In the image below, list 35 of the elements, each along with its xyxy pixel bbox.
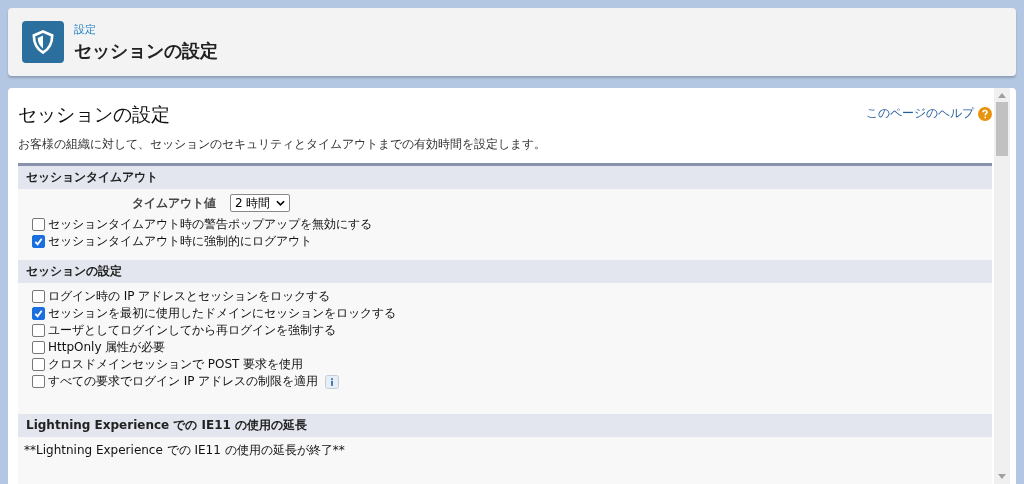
checkbox-label: クロスドメインセッションで POST 要求を使用 [48, 356, 304, 373]
page-title: セッションの設定 [18, 102, 170, 127]
section-text: **Lightning Experience での IE11 の使用の延長が終了** [24, 442, 346, 459]
checkbox[interactable] [32, 235, 45, 248]
checkbox-label: セッションを最初に使用したドメインにセッションをロックする [48, 305, 396, 322]
scroll-down-icon[interactable] [998, 474, 1006, 480]
section-header: セッションタイムアウト [18, 166, 992, 189]
shield-icon [22, 21, 64, 63]
field-label: タイムアウト値 [132, 194, 216, 212]
page-header-title: セッションの設定 [74, 38, 218, 63]
page-description: お客様の組織に対して、セッションのセキュリティとタイムアウトまでの有効時間を設定します。 [18, 136, 547, 153]
section-header: Lightning Experience での IE11 の使用の延長 [18, 414, 992, 437]
chevron-down-icon [276, 200, 286, 206]
scroll-up-icon[interactable] [998, 92, 1006, 98]
checkbox[interactable] [32, 290, 45, 303]
checkbox-label: セッションタイムアウト時の警告ポップアップを無効にする [48, 216, 372, 233]
section-header: セッションの設定 [18, 260, 992, 283]
checkbox[interactable] [32, 307, 45, 320]
info-icon[interactable] [325, 374, 340, 389]
scroll-thumb[interactable] [996, 102, 1008, 156]
checkbox[interactable] [32, 341, 45, 354]
checkbox-label: すべての要求でログイン IP アドレスの制限を適用 [48, 373, 319, 390]
checkbox-label: セッションタイムアウト時に強制的にログアウト [48, 233, 312, 250]
checkbox[interactable] [32, 358, 45, 371]
breadcrumb-link[interactable]: 設定 [74, 21, 218, 37]
checkbox-label: ログイン時の IP アドレスとセッションをロックする [48, 288, 331, 305]
checkbox[interactable] [32, 218, 45, 231]
checkbox-label: HttpOnly 属性が必要 [48, 339, 166, 356]
timeout-select[interactable]: 2 時間 [230, 194, 291, 212]
checkbox[interactable] [32, 324, 45, 337]
scrollbar[interactable] [994, 88, 1010, 484]
help-link[interactable]: このページのヘルプ [866, 105, 974, 122]
checkbox-label: ユーザとしてログインしてから再ログインを強制する [48, 322, 336, 339]
help-icon[interactable] [978, 106, 992, 121]
checkbox[interactable] [32, 375, 45, 388]
